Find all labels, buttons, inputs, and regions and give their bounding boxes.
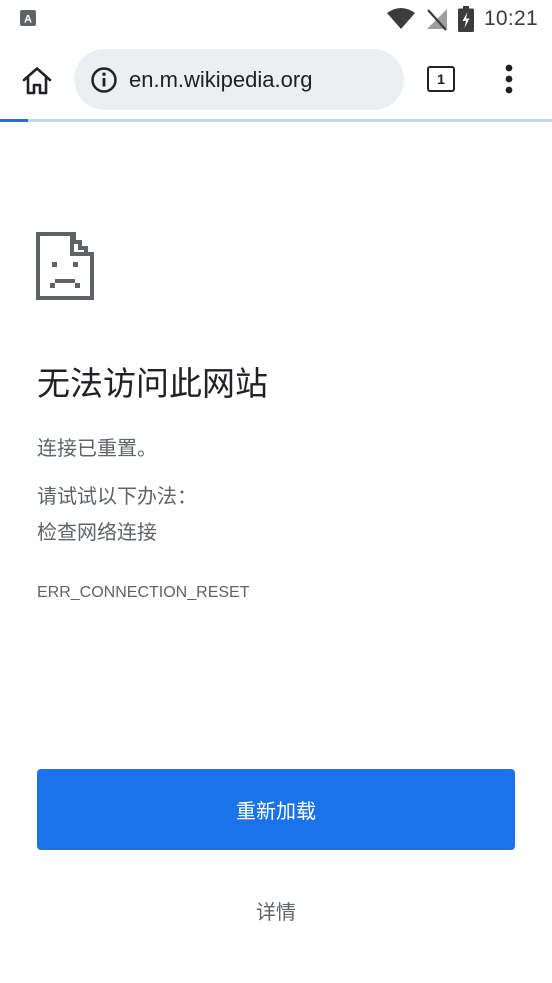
home-button[interactable] bbox=[18, 62, 56, 100]
tab-switcher-button[interactable]: 1 bbox=[424, 62, 458, 96]
sad-page-icon bbox=[36, 232, 94, 300]
reload-button[interactable]: 重新加载 bbox=[37, 769, 515, 850]
error-code: ERR_CONNECTION_RESET bbox=[37, 584, 250, 601]
tab-switcher-icon: 1 bbox=[427, 66, 455, 92]
reload-button-label: 重新加载 bbox=[236, 801, 316, 823]
wifi-icon bbox=[386, 8, 415, 29]
battery-charging-icon bbox=[457, 6, 474, 32]
error-description: 连接已重置。 bbox=[37, 436, 157, 460]
details-button-label: 详情 bbox=[256, 899, 296, 924]
status-bar: A 10:21 bbox=[0, 0, 552, 38]
suggestions-heading: 请试试以下办法： bbox=[37, 484, 197, 508]
more-menu-button[interactable] bbox=[494, 60, 524, 98]
progress-fill bbox=[0, 119, 28, 122]
omnibox[interactable]: en.m.wikipedia.org bbox=[74, 49, 404, 110]
more-vert-icon bbox=[505, 64, 513, 94]
status-time: 10:21 bbox=[483, 7, 538, 30]
svg-text:A: A bbox=[24, 14, 32, 26]
home-icon bbox=[22, 67, 52, 95]
tab-count: 1 bbox=[437, 71, 445, 87]
url-text[interactable]: en.m.wikipedia.org bbox=[129, 65, 312, 95]
status-icons: 10:21 bbox=[386, 6, 538, 32]
page-load-progress-bar bbox=[0, 119, 552, 122]
notification-a-icon: A bbox=[20, 10, 36, 26]
info-icon[interactable] bbox=[90, 66, 118, 94]
error-title: 无法访问此网站 bbox=[37, 364, 268, 403]
no-signal-icon bbox=[426, 9, 447, 31]
browser-toolbar: en.m.wikipedia.org 1 bbox=[0, 38, 552, 122]
details-button[interactable]: 详情 bbox=[216, 890, 336, 930]
suggestion-item: 检查网络连接 bbox=[37, 520, 157, 544]
